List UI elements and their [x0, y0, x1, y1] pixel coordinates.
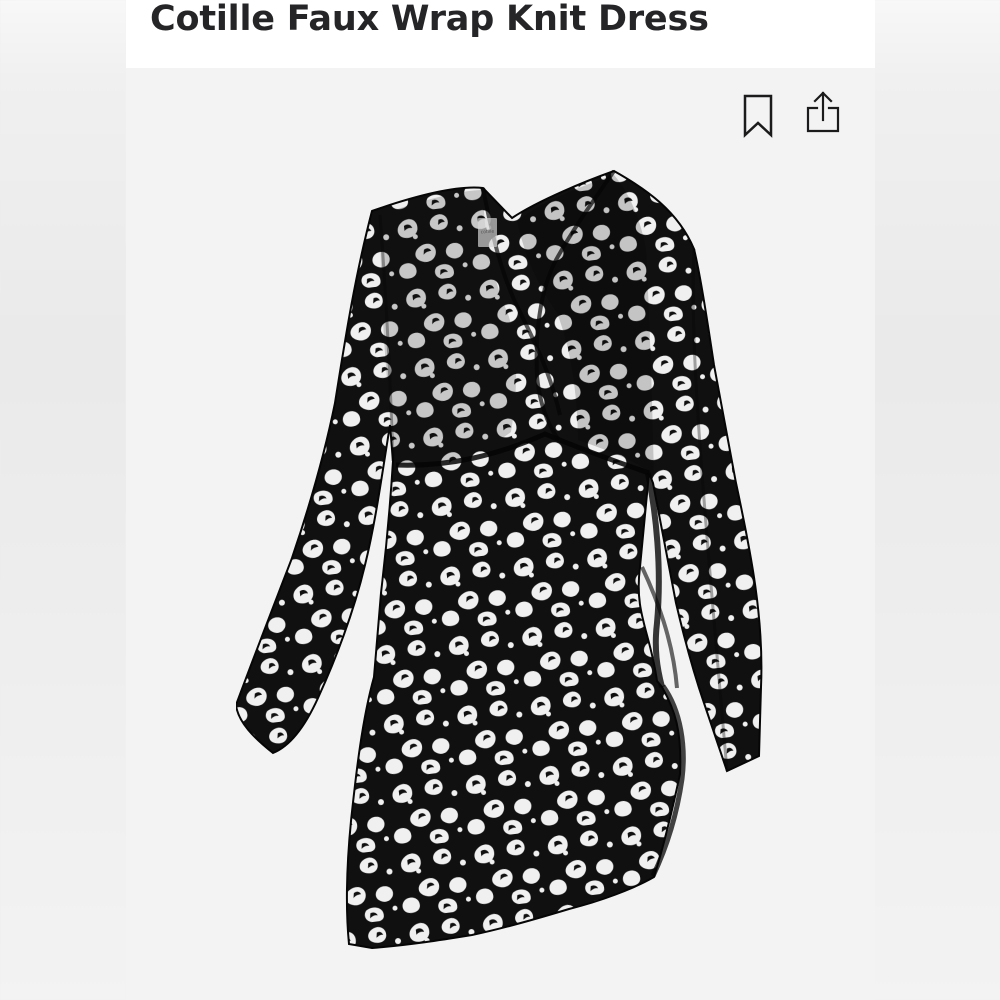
bookmark-icon: [743, 94, 773, 138]
product-image-area: cotille: [126, 68, 875, 1000]
brand-label-text: cotille: [481, 229, 495, 236]
bookmark-button[interactable]: [737, 91, 779, 141]
product-title: Cotille Faux Wrap Knit Dress: [150, 0, 709, 39]
dress-product-image: cotille: [236, 163, 766, 968]
share-button[interactable]: [802, 88, 844, 138]
wrap-dress-image: cotille: [236, 169, 763, 950]
screenshot-stage: Cotille Faux Wrap Knit Dress cotille: [0, 0, 1000, 1000]
right-background-margin: [874, 0, 1000, 1000]
left-background-margin: [0, 0, 126, 1000]
product-title-bar: Cotille Faux Wrap Knit Dress: [126, 0, 875, 68]
share-icon: [806, 91, 840, 133]
product-detail-panel: Cotille Faux Wrap Knit Dress cotille: [126, 0, 875, 1000]
